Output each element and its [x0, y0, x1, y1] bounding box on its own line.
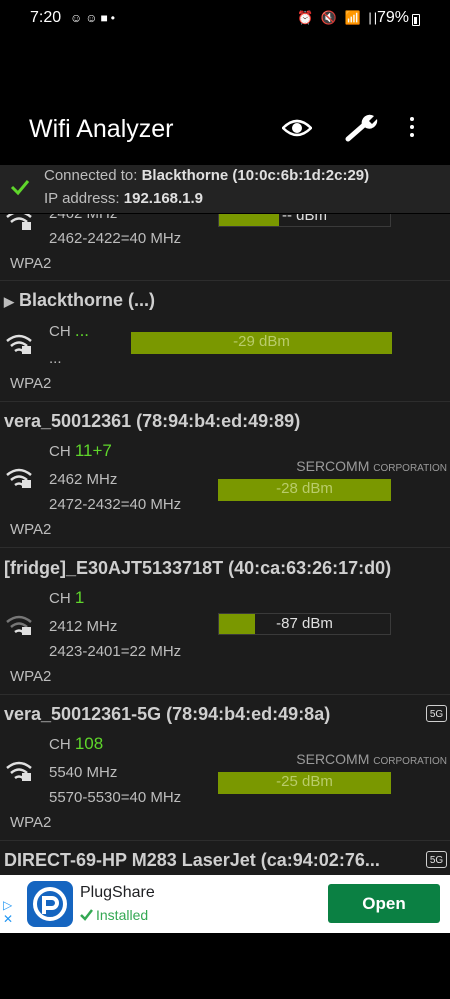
installed-icon — [80, 908, 93, 926]
expand-arrow-icon: ▶ — [4, 294, 14, 309]
network-ssid: vera_50012361 (78:94:b4:ed:49:89) — [4, 411, 301, 431]
vendor-name: SERCOMM — [296, 458, 370, 474]
vendor-suffix: CORPORATION — [373, 756, 447, 767]
ad-title: PlugShare — [80, 884, 155, 901]
network-channel-range: 5570-5530=40 MHz — [49, 789, 182, 806]
ad-banner[interactable]: ▷ ✕ PlugShare Installed Open — [0, 875, 450, 933]
network-security: WPA2 — [10, 668, 52, 685]
signal-strength-value: -87 dBm — [276, 615, 333, 632]
network-ssid: vera_50012361-5G (78:94:b4:ed:49:8a) — [4, 704, 331, 724]
network-channel: CH 1 — [49, 588, 84, 608]
ip-address-label: IP address: — [44, 190, 124, 207]
battery-icon — [412, 14, 420, 26]
channel-value: ... — [74, 321, 90, 340]
channel-label: CH — [49, 443, 71, 460]
network-channel-range: 2423-2401=22 MHz — [49, 643, 182, 660]
notification-icons: ☺☺■• — [70, 11, 118, 25]
network-ssid: DIRECT-69-HP M283 LaserJet (ca:94:02:76.… — [4, 850, 380, 870]
system-status-icons: ⏰ 🔇 📶 || — [297, 10, 380, 25]
signal-strength-value: -25 dBm — [276, 773, 333, 790]
open-button[interactable]: Open — [328, 884, 440, 923]
channel-label: CH — [49, 736, 71, 753]
app-bar: Wifi Analyzer — [0, 95, 450, 165]
check-icon — [10, 177, 30, 202]
network-frequency: 5540 MHz — [49, 764, 118, 781]
network-vendor: SERCOMM CORPORATION — [296, 751, 447, 767]
channel-label: CH — [49, 590, 71, 607]
network-security: WPA2 — [10, 814, 52, 831]
signal-strength-bar: -29 dBm — [131, 332, 392, 354]
signal-strength-bar: -28 dBm — [218, 479, 391, 501]
connected-to-label: Connected to: — [44, 167, 142, 184]
network-frequency: 2412 MHz — [49, 618, 118, 635]
wifi-lock-icon — [5, 760, 35, 787]
network-channel: CH 11+7 — [49, 441, 112, 461]
signal-strength-bar: -87 dBm — [218, 613, 391, 635]
network-security: WPA2 — [10, 255, 52, 272]
network-list: Connected to: Blackthorne (10:0c:6b:1d:2… — [0, 165, 450, 875]
signal-strength-bar: -25 dBm — [218, 772, 391, 794]
connected-to-line: Connected to: Blackthorne (10:0c:6b:1d:2… — [44, 167, 369, 184]
network-channel-range: 2472-2432=40 MHz — [49, 496, 182, 513]
network-ssid: ▶ Blackthorne (...) — [4, 290, 155, 311]
adchoices-icon[interactable]: ▷ ✕ — [3, 898, 13, 926]
network-ssid: [fridge]_E30AJT5133718T (40:ca:63:26:17:… — [4, 558, 392, 578]
connected-to-value: Blackthorne (10:0c:6b:1d:2c:29) — [141, 167, 370, 184]
network-channel: CH ... — [49, 321, 89, 341]
network-channel-range: 2462-2422=40 MHz — [49, 230, 182, 247]
app-title: Wifi Analyzer — [29, 115, 174, 143]
more-vert-icon[interactable] — [405, 117, 419, 139]
status-bar: 7:20 ☺☺■• ⏰ 🔇 📶 || 79% — [0, 0, 450, 40]
5g-badge: 5G — [426, 705, 447, 722]
connection-banner: Connected to: Blackthorne (10:0c:6b:1d:2… — [0, 165, 450, 214]
signal-strength-value: -29 dBm — [233, 333, 290, 350]
vendor-name: SERCOMM — [296, 751, 370, 767]
ip-address-value: 192.168.1.9 — [123, 190, 204, 207]
channel-label: CH — [49, 323, 71, 340]
network-vendor: SERCOMM CORPORATION — [296, 458, 447, 474]
wifi-lock-icon — [5, 333, 35, 360]
channel-value: 108 — [74, 734, 104, 753]
ad-subtitle: Installed — [96, 907, 149, 923]
network-frequency: 2462 MHz — [49, 471, 118, 488]
vendor-suffix: CORPORATION — [373, 463, 447, 474]
wrench-icon[interactable] — [345, 114, 379, 147]
network-ssid-text: Blackthorne (...) — [19, 290, 156, 310]
status-time: 7:20 — [30, 9, 62, 26]
network-channel: CH 108 — [49, 734, 103, 754]
ip-address-line: IP address: 192.168.1.9 — [44, 190, 203, 207]
network-security: WPA2 — [10, 375, 52, 392]
network-security: WPA2 — [10, 521, 52, 538]
wifi-lock-icon — [5, 614, 35, 641]
5g-badge: 5G — [426, 851, 447, 868]
wifi-lock-icon — [5, 467, 35, 494]
plugshare-logo — [27, 881, 73, 927]
eye-icon[interactable] — [281, 117, 313, 144]
channel-value: 1 — [74, 588, 85, 607]
battery-percentage: 79% — [377, 9, 410, 26]
channel-value: 11+7 — [74, 441, 112, 460]
network-frequency: ... — [49, 350, 62, 367]
signal-strength-value: -28 dBm — [276, 480, 333, 497]
